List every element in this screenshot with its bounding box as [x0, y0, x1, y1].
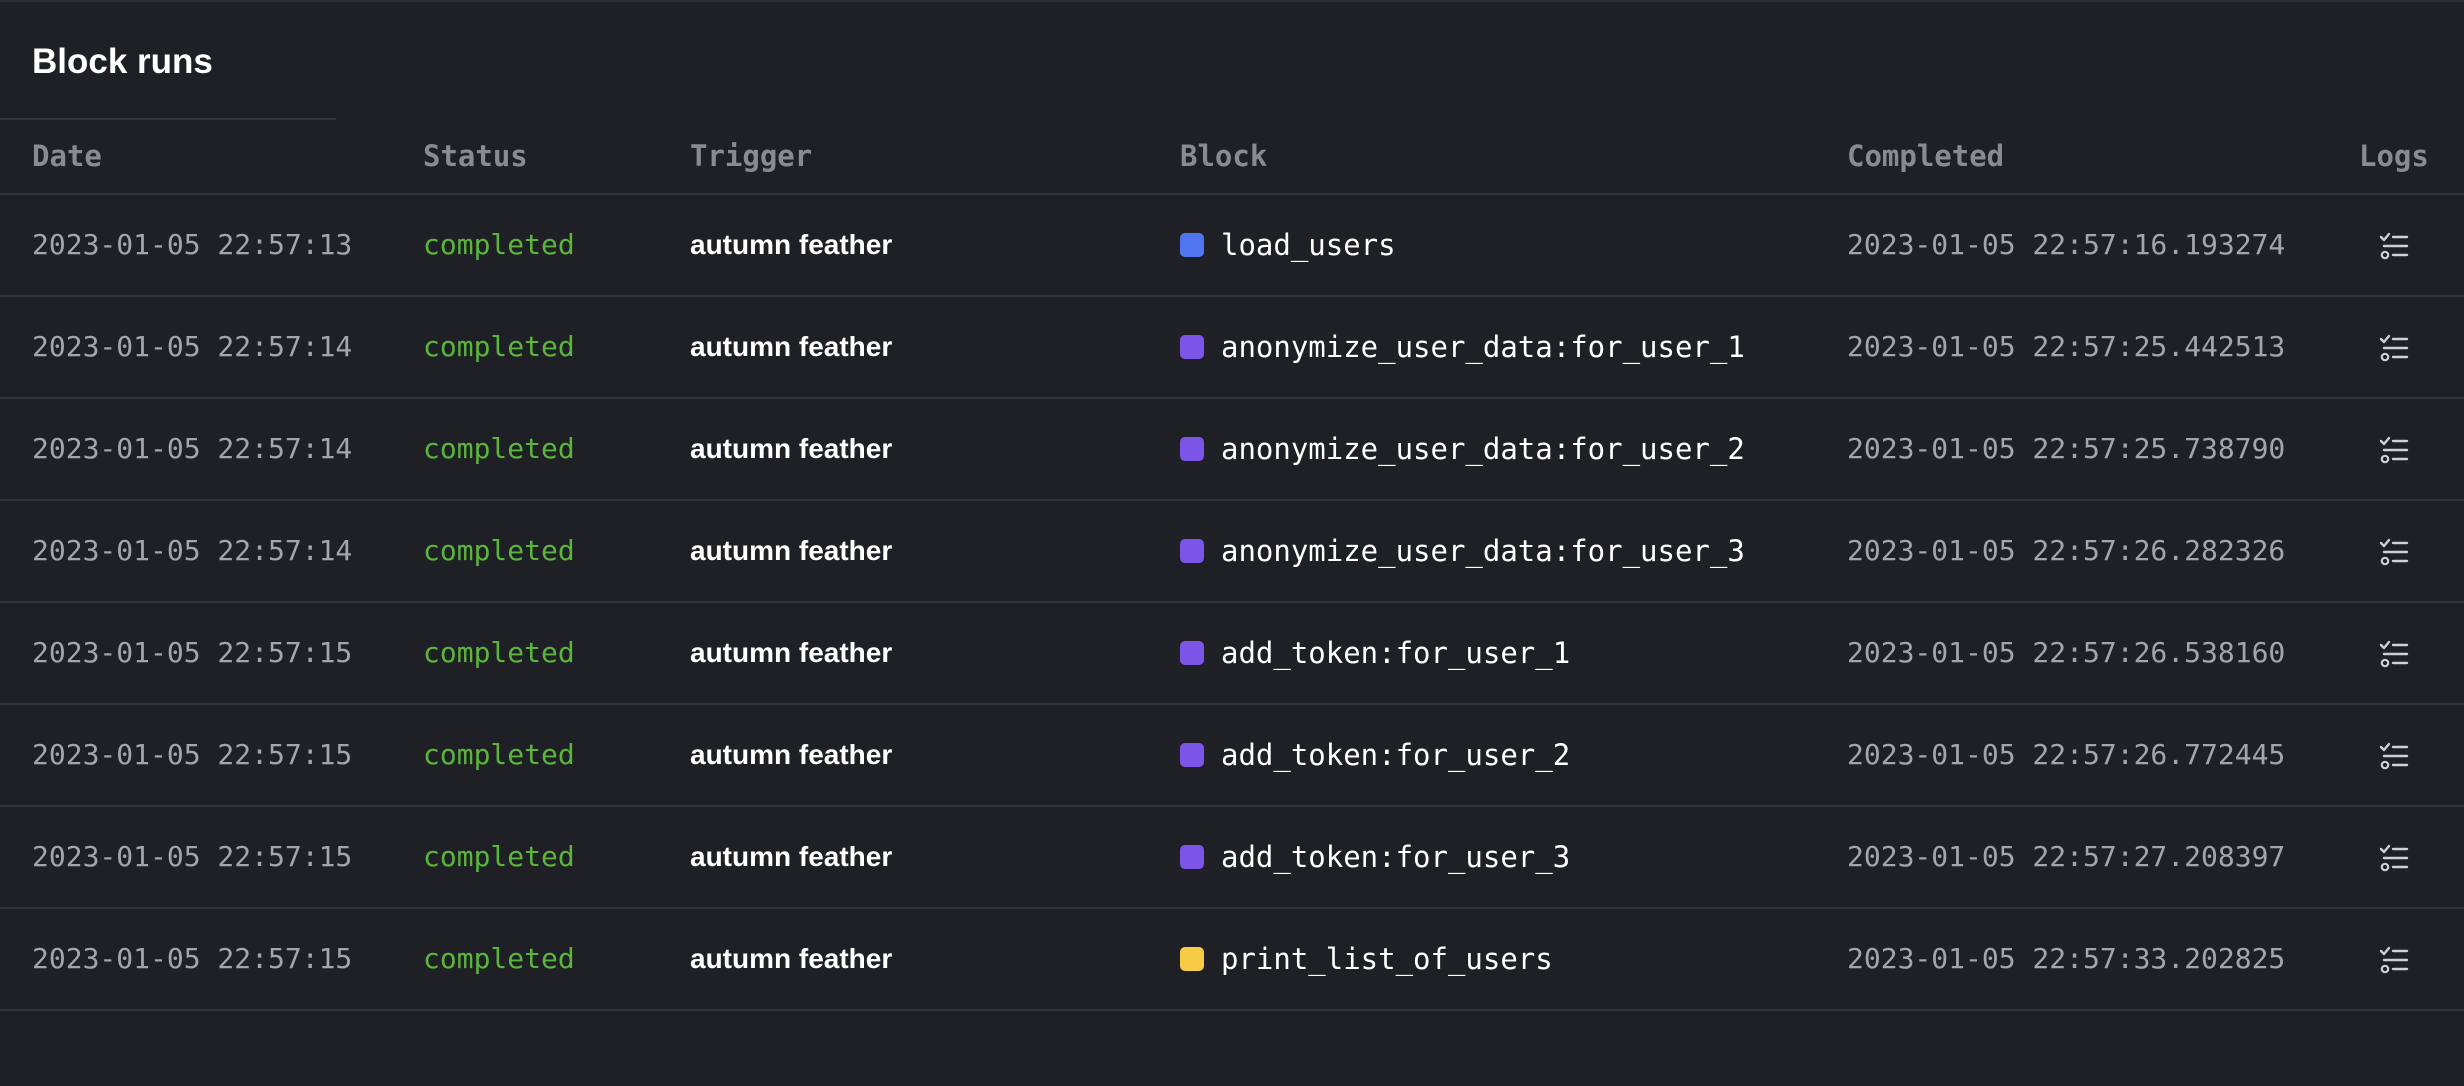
trigger-name[interactable]: autumn feather: [690, 603, 892, 703]
status-label: completed: [423, 228, 575, 261]
completed-at: 2023-01-05 22:57:26.282326: [1847, 534, 2286, 567]
completed-at: 2023-01-05 22:57:26.538160: [1847, 636, 2286, 669]
trigger-name[interactable]: autumn feather: [690, 297, 892, 397]
block-cell[interactable]: add_token:for_user_1: [1180, 603, 1570, 703]
completed-at: 2023-01-05 22:57:25.442513: [1847, 330, 2286, 363]
logs-button[interactable]: [2376, 330, 2412, 366]
logs-button[interactable]: [2376, 534, 2412, 570]
logs-list-icon: [2379, 844, 2409, 872]
run-date: 2023-01-05 22:57:15: [32, 636, 353, 669]
block-runs-panel: Block runs Date Status Trigger Block Com…: [0, 0, 2464, 1086]
logs-button[interactable]: [2376, 228, 2412, 264]
logs-list-icon: [2379, 436, 2409, 464]
logs-list-icon: [2379, 232, 2409, 260]
trigger-name[interactable]: autumn feather: [690, 909, 892, 1009]
logs-button[interactable]: [2376, 432, 2412, 468]
run-date: 2023-01-05 22:57:15: [32, 840, 353, 873]
table-row[interactable]: 2023-01-05 22:57:14 completed autumn fea…: [0, 399, 2464, 501]
block-cell[interactable]: load_users: [1180, 195, 1396, 295]
block-name: anonymize_user_data:for_user_2: [1221, 432, 1745, 466]
table-row[interactable]: 2023-01-05 22:57:15 completed autumn fea…: [0, 909, 2464, 1011]
block-name: add_token:for_user_3: [1221, 840, 1571, 874]
trigger-name[interactable]: autumn feather: [690, 705, 892, 805]
status-label: completed: [423, 432, 575, 465]
block-cell[interactable]: add_token:for_user_2: [1180, 705, 1570, 805]
logs-list-icon: [2379, 742, 2409, 770]
table-row[interactable]: 2023-01-05 22:57:14 completed autumn fea…: [0, 297, 2464, 399]
run-date: 2023-01-05 22:57:15: [32, 942, 353, 975]
logs-list-icon: [2379, 334, 2409, 362]
table-row[interactable]: 2023-01-05 22:57:13 completed autumn fea…: [0, 195, 2464, 297]
page-title: Block runs: [32, 42, 213, 81]
block-cell[interactable]: add_token:for_user_3: [1180, 807, 1570, 907]
logs-list-icon: [2379, 946, 2409, 974]
trigger-name[interactable]: autumn feather: [690, 195, 892, 295]
block-color-swatch: [1180, 845, 1204, 869]
status-label: completed: [423, 840, 575, 873]
status-label: completed: [423, 636, 575, 669]
table-row[interactable]: 2023-01-05 22:57:15 completed autumn fea…: [0, 603, 2464, 705]
trigger-name[interactable]: autumn feather: [690, 501, 892, 601]
block-color-swatch: [1180, 335, 1204, 359]
column-header-block: Block: [1180, 139, 1268, 173]
block-color-swatch: [1180, 539, 1204, 563]
completed-at: 2023-01-05 22:57:25.738790: [1847, 432, 2286, 465]
column-header-completed: Completed: [1847, 139, 2005, 173]
completed-at: 2023-01-05 22:57:26.772445: [1847, 738, 2286, 771]
completed-at: 2023-01-05 22:57:33.202825: [1847, 942, 2286, 975]
table-row[interactable]: 2023-01-05 22:57:14 completed autumn fea…: [0, 501, 2464, 603]
block-cell[interactable]: print_list_of_users: [1180, 909, 1553, 1009]
table-row[interactable]: 2023-01-05 22:57:15 completed autumn fea…: [0, 807, 2464, 909]
block-color-swatch: [1180, 437, 1204, 461]
completed-at: 2023-01-05 22:57:16.193274: [1847, 228, 2286, 261]
block-color-swatch: [1180, 743, 1204, 767]
column-header-logs: Logs: [2359, 139, 2429, 173]
block-name: anonymize_user_data:for_user_1: [1221, 330, 1745, 364]
status-label: completed: [423, 942, 575, 975]
table-row[interactable]: 2023-01-05 22:57:15 completed autumn fea…: [0, 705, 2464, 807]
status-label: completed: [423, 330, 575, 363]
column-header-trigger: Trigger: [690, 139, 813, 173]
completed-at: 2023-01-05 22:57:27.208397: [1847, 840, 2286, 873]
block-color-swatch: [1180, 947, 1204, 971]
block-cell[interactable]: anonymize_user_data:for_user_1: [1180, 297, 1745, 397]
block-name: add_token:for_user_2: [1221, 738, 1571, 772]
run-date: 2023-01-05 22:57:13: [32, 228, 353, 261]
column-header-date: Date: [32, 139, 102, 173]
run-date: 2023-01-05 22:57:14: [32, 330, 353, 363]
table-header: Date Status Trigger Block Completed Logs: [0, 120, 2464, 195]
logs-button[interactable]: [2376, 840, 2412, 876]
block-name: anonymize_user_data:for_user_3: [1221, 534, 1745, 568]
trigger-name[interactable]: autumn feather: [690, 399, 892, 499]
block-name: load_users: [1221, 228, 1396, 262]
run-date: 2023-01-05 22:57:14: [32, 432, 353, 465]
block-name: print_list_of_users: [1221, 942, 1553, 976]
block-color-swatch: [1180, 233, 1204, 257]
logs-button[interactable]: [2376, 636, 2412, 672]
block-cell[interactable]: anonymize_user_data:for_user_3: [1180, 501, 1745, 601]
trigger-name[interactable]: autumn feather: [690, 807, 892, 907]
run-date: 2023-01-05 22:57:14: [32, 534, 353, 567]
column-header-status: Status: [423, 139, 528, 173]
run-date: 2023-01-05 22:57:15: [32, 738, 353, 771]
logs-list-icon: [2379, 640, 2409, 668]
block-cell[interactable]: anonymize_user_data:for_user_2: [1180, 399, 1745, 499]
logs-list-icon: [2379, 538, 2409, 566]
status-label: completed: [423, 738, 575, 771]
block-color-swatch: [1180, 641, 1204, 665]
logs-button[interactable]: [2376, 942, 2412, 978]
status-label: completed: [423, 534, 575, 567]
block-name: add_token:for_user_1: [1221, 636, 1571, 670]
logs-button[interactable]: [2376, 738, 2412, 774]
